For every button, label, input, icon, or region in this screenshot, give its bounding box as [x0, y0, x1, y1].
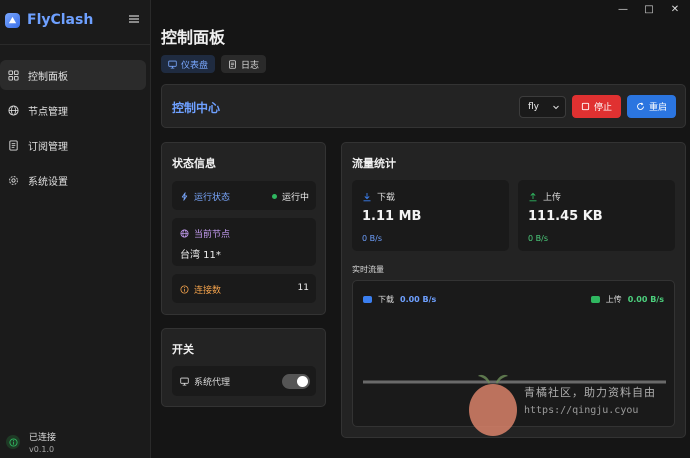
- dashboard-icon: [8, 69, 19, 81]
- switches-card: 开关 系统代理: [161, 328, 326, 407]
- connections-value: 11: [297, 283, 309, 293]
- chevron-down-icon: [553, 105, 559, 110]
- switches-title: 开关: [172, 343, 194, 356]
- run-state-value: 运行中: [281, 193, 309, 203]
- close-icon[interactable]: ✕: [670, 4, 680, 15]
- realtime-label: 实时流量: [352, 265, 384, 274]
- restart-button-label: 重启: [648, 103, 667, 113]
- system-proxy-toggle[interactable]: [282, 374, 310, 389]
- refresh-icon: [637, 102, 644, 110]
- sidebar-item-label: 控制面板: [28, 71, 68, 83]
- document-icon: [9, 139, 18, 151]
- toggle-knob: [297, 376, 308, 387]
- download-label: 下载: [377, 193, 396, 203]
- watermark-text: 青橘社区，助力资料自由: [524, 386, 656, 399]
- info-icon: [6, 435, 20, 449]
- divider: [0, 44, 151, 45]
- sidebar: FlyClash 控制面板 节点管理 订阅管理 系统设置 已连接 v0.1.0: [0, 0, 151, 458]
- tab-label: 仪表盘: [181, 60, 209, 71]
- current-node-row[interactable]: 当前节点 台湾 11*: [172, 218, 316, 266]
- current-node-value: 台湾 11*: [180, 250, 221, 261]
- profile-select-value: fly: [528, 102, 539, 112]
- run-state-label: 运行状态: [194, 193, 231, 203]
- control-center-card: 控制中心 fly 停止 重启: [161, 84, 686, 128]
- maximize-icon[interactable]: □: [644, 4, 654, 15]
- stop-icon: [581, 102, 590, 111]
- control-center-title: 控制中心: [172, 101, 221, 115]
- current-node-label: 当前节点: [194, 230, 231, 240]
- running-dot: [271, 194, 277, 199]
- minimize-icon[interactable]: —: [618, 4, 628, 15]
- hamburger-menu-icon[interactable]: [127, 12, 141, 26]
- lightning-icon: [181, 192, 188, 201]
- stop-button-label: 停止: [593, 103, 612, 113]
- app-logo: FlyClash: [5, 10, 145, 30]
- globe-icon: [180, 229, 189, 238]
- download-stat: 下载 1.11 MB 0 B/s: [352, 180, 509, 251]
- sidebar-item-label: 系统设置: [28, 176, 68, 188]
- profile-select[interactable]: fly: [519, 96, 566, 118]
- upload-rate: 0 B/s: [528, 234, 548, 243]
- tab-dashboard[interactable]: 仪表盘: [161, 55, 216, 73]
- window-controls: — □ ✕: [618, 4, 680, 15]
- monitor-icon: [168, 60, 177, 69]
- download-icon: [363, 192, 371, 201]
- system-proxy-row: 系统代理: [172, 366, 316, 396]
- sidebar-nav: 控制面板 节点管理 订阅管理 系统设置: [0, 60, 151, 200]
- app-logo-icon: [5, 12, 20, 28]
- system-proxy-label: 系统代理: [194, 378, 231, 388]
- status-info-title: 状态信息: [172, 157, 216, 170]
- app-name: FlyClash: [27, 12, 94, 28]
- globe-icon: [8, 104, 19, 116]
- upload-total: 111.45 KB: [528, 209, 603, 224]
- monitor-icon: [180, 377, 189, 386]
- sidebar-item-subscriptions[interactable]: 订阅管理: [0, 130, 146, 160]
- tab-logs[interactable]: 日志: [221, 55, 267, 73]
- restart-button[interactable]: 重启: [627, 95, 676, 118]
- download-rate: 0 B/s: [362, 234, 382, 243]
- upload-icon: [529, 192, 537, 201]
- traffic-title: 流量统计: [352, 157, 396, 170]
- sidebar-item-settings[interactable]: 系统设置: [0, 165, 146, 195]
- connections-row: 连接数 11: [172, 274, 316, 303]
- page-tabs: 仪表盘 日志: [161, 55, 267, 73]
- upload-label: 上传: [543, 193, 562, 203]
- sidebar-item-nodes[interactable]: 节点管理: [0, 95, 146, 125]
- connections-label: 连接数: [194, 286, 222, 296]
- tab-label: 日志: [241, 60, 260, 71]
- download-total: 1.11 MB: [362, 209, 422, 224]
- sidebar-item-label: 节点管理: [28, 106, 68, 118]
- sidebar-item-label: 订阅管理: [28, 141, 68, 153]
- watermark-url: https://qingju.cyou: [524, 405, 639, 416]
- file-icon: [229, 59, 236, 69]
- page-title: 控制面板: [161, 28, 226, 47]
- run-state-row: 运行状态 运行中: [172, 181, 316, 210]
- upload-stat: 上传 111.45 KB 0 B/s: [518, 180, 675, 251]
- info-icon: [180, 285, 189, 294]
- connection-status: 已连接 v0.1.0: [6, 430, 56, 454]
- orange-logo-icon: [469, 374, 517, 436]
- status-info-card: 状态信息 运行状态 运行中 当前节点 台湾 11* 连接数 11: [161, 142, 326, 315]
- connection-status-text: 已连接: [29, 433, 57, 443]
- gear-icon: [9, 175, 18, 185]
- app-version: v0.1.0: [29, 445, 55, 454]
- sidebar-item-dashboard[interactable]: 控制面板: [0, 60, 146, 90]
- stop-button[interactable]: 停止: [572, 95, 621, 118]
